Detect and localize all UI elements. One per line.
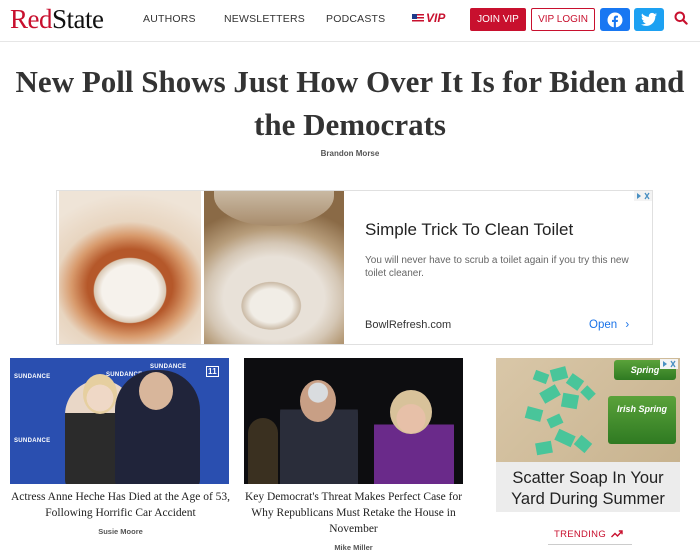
vip-login-button[interactable]: VIP LOGIN: [531, 8, 595, 31]
article-image-democrats[interactable]: [244, 358, 463, 484]
trending-up-icon: [610, 530, 623, 538]
card-author-1[interactable]: Susie Moore: [8, 527, 233, 536]
soap-ad-image: Spring Irish Spring: [496, 358, 680, 462]
soap-pack-label: Irish Spring: [608, 396, 676, 444]
ad-image-clean-toilet: [204, 191, 344, 344]
adchoices-icon[interactable]: [634, 191, 652, 201]
site-logo[interactable]: RedState: [10, 4, 104, 35]
sundance-logo-text: SUNDANCE: [14, 374, 51, 380]
ad-description: You will never have to scrub a toilet ag…: [365, 255, 629, 279]
facebook-button[interactable]: [600, 8, 630, 31]
card-title-2[interactable]: Key Democrat's Threat Makes Perfect Case…: [241, 489, 466, 537]
facebook-icon: [607, 12, 623, 28]
nav-podcasts[interactable]: PODCASTS: [326, 13, 385, 25]
ad-title[interactable]: Simple Trick To Clean Toilet: [365, 220, 573, 240]
ad-domain: BowlRefresh.com: [365, 319, 452, 331]
logo-red-text: Red: [10, 4, 53, 34]
ad-open-button[interactable]: Open ›: [589, 319, 629, 331]
article-image-anne-heche[interactable]: SUNDANCE SUNDANCE SUNDANCE SUNDANCE 11: [10, 358, 229, 484]
flag-icon: [412, 14, 424, 23]
article-author[interactable]: Brandon Morse: [0, 149, 700, 158]
vip-label: VIP: [426, 11, 446, 25]
trending-text: TRENDING: [554, 529, 607, 540]
sundance-year-badge: 11: [206, 366, 220, 377]
person-richard-neal: [280, 376, 358, 484]
twitter-icon: [641, 12, 657, 26]
twitter-button[interactable]: [634, 8, 664, 31]
nav-newsletters[interactable]: NEWSLETTERS: [224, 13, 305, 25]
card-author-2[interactable]: Mike Miller: [241, 543, 466, 552]
chevron-right-icon: ›: [625, 319, 630, 331]
vip-nav-link[interactable]: VIP: [412, 11, 445, 25]
soap-ad-text[interactable]: Scatter Soap In Your Yard During Summer: [496, 468, 680, 510]
trending-label[interactable]: TRENDING: [554, 529, 623, 540]
ad-image-dirty-toilet: [59, 191, 201, 344]
article-headline: New Poll Shows Just How Over It Is for B…: [15, 64, 685, 142]
logo-black-text: State: [52, 4, 104, 34]
person-ed-helms: [115, 370, 200, 484]
toilet-ad[interactable]: Simple Trick To Clean Toilet You will ne…: [56, 190, 653, 345]
site-header: RedState AUTHORS NEWSLETTERS PODCASTS VI…: [0, 0, 700, 42]
search-icon: [674, 11, 688, 25]
card-title-1[interactable]: Actress Anne Heche Has Died at the Age o…: [8, 489, 233, 521]
trending-divider: [548, 544, 632, 545]
adchoices-icon[interactable]: [660, 359, 678, 369]
ad-open-label: Open: [589, 319, 618, 331]
join-vip-button[interactable]: JOIN VIP: [470, 8, 526, 31]
person-elizabeth-warren: [374, 386, 454, 484]
search-button[interactable]: [674, 11, 688, 30]
nav-authors[interactable]: AUTHORS: [143, 13, 196, 25]
soap-ad[interactable]: Spring Irish Spring Scatter Soap In Your…: [496, 358, 680, 512]
